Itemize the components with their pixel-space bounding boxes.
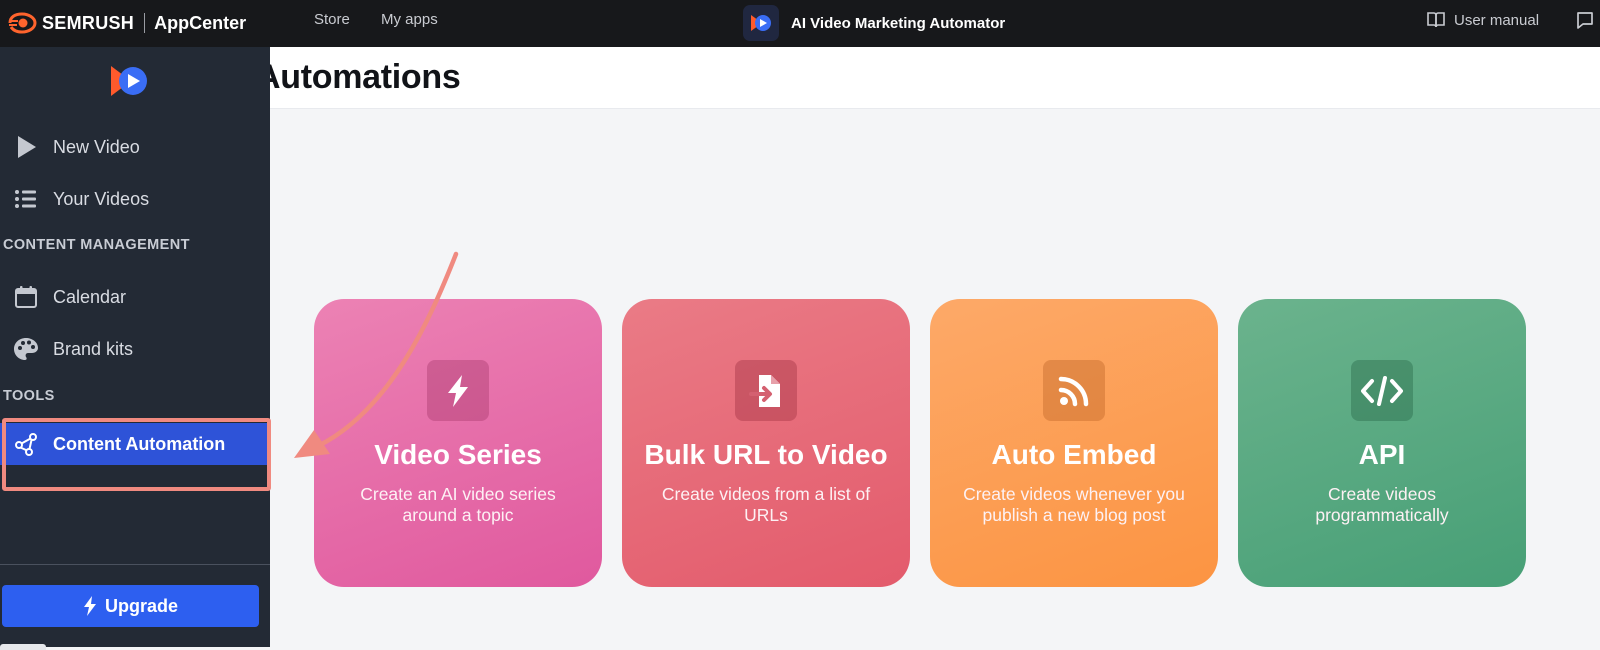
- automation-icon: [11, 429, 41, 459]
- sidebar-item-your-videos[interactable]: Your Videos: [0, 178, 268, 220]
- sidebar-item-label: Content Automation: [53, 433, 226, 454]
- upgrade-label: Upgrade: [104, 595, 178, 616]
- appcenter-label: AppCenter: [154, 12, 247, 33]
- card-description: Create videos programmatically: [1315, 484, 1449, 525]
- nav-my-apps-link[interactable]: My apps: [381, 11, 438, 28]
- sidebar-divider: [0, 564, 270, 565]
- play-icon: [11, 132, 41, 162]
- content-management-heading: CONTENT MANAGEMENT: [3, 237, 190, 253]
- app-title: AI Video Marketing Automator: [791, 14, 1006, 32]
- card-title: Auto Embed: [991, 439, 1157, 470]
- sidebar-item-new-video[interactable]: New Video: [0, 126, 268, 168]
- card-title: Bulk URL to Video: [644, 439, 888, 470]
- card-auto-embed[interactable]: Auto Embed Create videos whenever you pu…: [930, 299, 1218, 587]
- sidebar-item-calendar[interactable]: Calendar: [0, 276, 268, 318]
- list-icon: [11, 184, 41, 214]
- tools-heading: TOOLS: [3, 388, 55, 404]
- sidebar-item-label: New Video: [53, 136, 140, 157]
- page-title: Automations: [270, 58, 461, 96]
- rss-icon: [1043, 360, 1105, 421]
- bolt-icon: [427, 360, 489, 421]
- card-video-series[interactable]: Video Series Create an AI video series a…: [314, 299, 602, 587]
- brand-name: SEMRUSH: [42, 12, 135, 33]
- sidebar-item-brand-kits[interactable]: Brand kits: [0, 328, 268, 370]
- chat-icon[interactable]: [1576, 11, 1594, 31]
- card-description: Create videos whenever you publish a new…: [963, 484, 1185, 525]
- semrush-logo-icon: [8, 12, 37, 34]
- upgrade-button[interactable]: Upgrade: [2, 585, 259, 627]
- sidebar-item-label: Your Videos: [53, 188, 150, 209]
- card-bulk-url-to-video[interactable]: Bulk URL to Video Create videos from a l…: [622, 299, 910, 587]
- file-import-icon: [735, 360, 797, 421]
- card-description: Create videos from a list of URLs: [661, 484, 871, 525]
- palette-icon: [11, 334, 41, 364]
- code-icon: [1351, 360, 1413, 421]
- bolt-icon: [83, 596, 96, 616]
- sidebar-item-content-automation[interactable]: Content Automation: [0, 423, 268, 465]
- sidebar: New Video Your Videos CONTENT MANAGEMENT…: [0, 47, 271, 650]
- card-description: Create an AI video series around a topic: [360, 484, 556, 525]
- brand-divider: [144, 13, 146, 33]
- sidebar-item-label: Calendar: [53, 286, 127, 307]
- card-title: Video Series: [374, 439, 542, 470]
- calendar-icon: [11, 282, 41, 312]
- sidebar-footer-chip: [0, 644, 46, 650]
- card-api[interactable]: API Create videos programmatically: [1238, 299, 1526, 587]
- nav-store-link[interactable]: Store: [314, 11, 350, 28]
- user-manual-label: User manual: [1454, 11, 1540, 29]
- sidebar-logo-icon[interactable]: [109, 64, 153, 103]
- app-logo-icon: [743, 5, 779, 41]
- semrush-appcenter-logo[interactable]: SEMRUSH AppCenter: [8, 8, 246, 38]
- book-icon: [1427, 12, 1445, 28]
- user-manual-link[interactable]: User manual: [1426, 11, 1539, 29]
- top-bar: SEMRUSH AppCenter Store My apps AI Video…: [0, 0, 1600, 47]
- page-header: Automations: [270, 47, 1600, 109]
- app-title-group: AI Video Marketing Automator: [743, 3, 1005, 43]
- card-title: API: [1358, 439, 1406, 470]
- sidebar-item-label: Brand kits: [53, 338, 134, 359]
